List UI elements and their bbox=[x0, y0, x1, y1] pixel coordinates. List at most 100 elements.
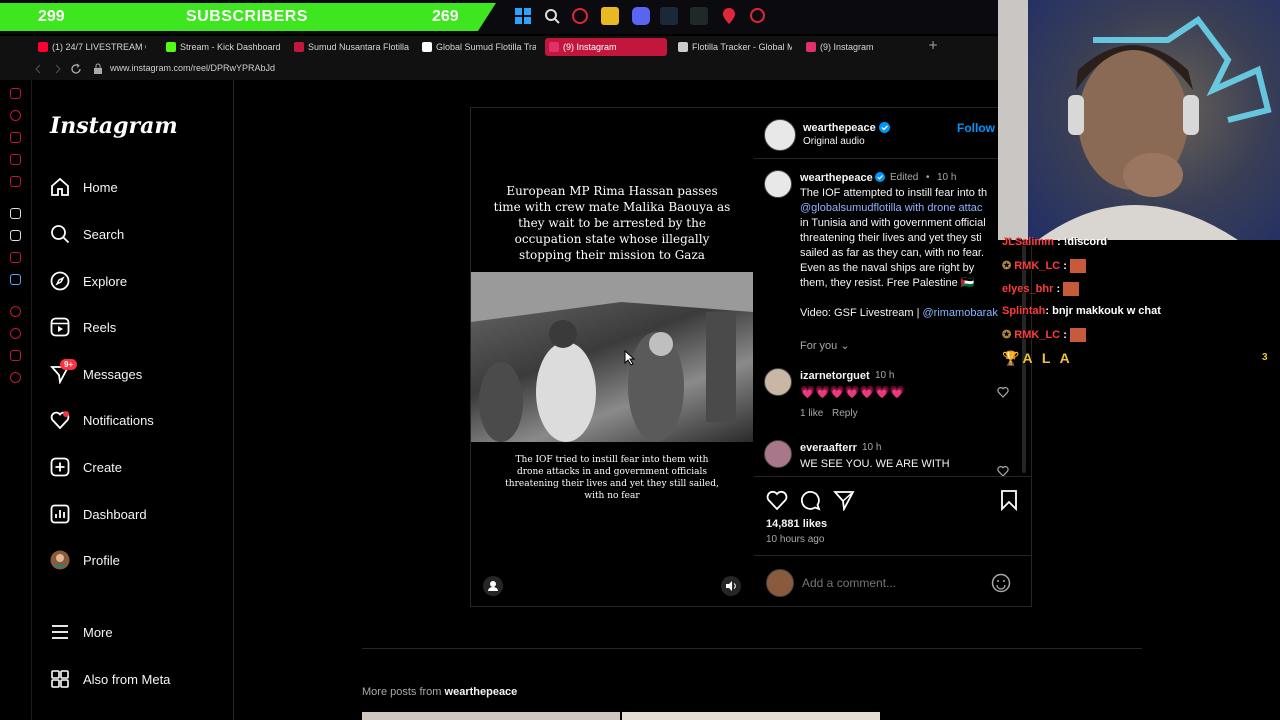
folder-icon[interactable] bbox=[601, 7, 619, 25]
sidebar-app-icon[interactable] bbox=[10, 252, 21, 263]
nav-messages[interactable]: 9+ Messages bbox=[50, 359, 230, 391]
tab-livestream[interactable]: (1) 24/7 LIVESTREAM OF bbox=[34, 38, 146, 56]
profile-avatar bbox=[50, 550, 70, 570]
save-icon[interactable] bbox=[999, 489, 1019, 511]
messages-badge: 9+ bbox=[60, 359, 78, 370]
nav-more[interactable]: More bbox=[50, 619, 230, 649]
tab-label: Stream - Kick Dashboard bbox=[180, 42, 280, 52]
nav-home[interactable]: Home bbox=[50, 174, 230, 204]
tagged-user-button[interactable] bbox=[483, 576, 503, 596]
tab-label: (9) Instagram bbox=[563, 42, 617, 52]
instagram-nav: Instagram Home Search Explore Reels 9+ M… bbox=[32, 80, 234, 720]
sidebar-app-icon[interactable] bbox=[10, 132, 21, 143]
instagram-logo[interactable]: Instagram bbox=[50, 113, 178, 139]
comment-input[interactable] bbox=[802, 574, 972, 592]
nav-explore[interactable]: Explore bbox=[50, 268, 230, 298]
sidebar-app-icon[interactable] bbox=[10, 110, 21, 121]
post-card: European MP Rima Hassan passes time with… bbox=[470, 107, 1032, 607]
sidebar-app-icon[interactable] bbox=[10, 88, 21, 99]
windows-start-icon[interactable] bbox=[514, 7, 532, 25]
nav-notifications[interactable]: Notifications bbox=[50, 407, 230, 437]
comment-likes[interactable]: 1 like bbox=[800, 408, 823, 419]
stream-chat: JLSalimm : !discord ✪ RMK_LC : elyes_bhr… bbox=[1000, 236, 1280, 376]
create-icon bbox=[50, 457, 70, 477]
tab-instagram[interactable]: (9) Instagram bbox=[802, 38, 902, 56]
nav-label: Explore bbox=[83, 274, 128, 289]
comment-username[interactable]: everaafterr bbox=[800, 442, 857, 454]
tab-sumud-nusantara[interactable]: Sumud Nusantara Flotilla bbox=[290, 38, 410, 56]
tab-global-sumud[interactable]: Global Sumud Flotilla Tra bbox=[418, 38, 536, 56]
settings-icon[interactable] bbox=[10, 372, 21, 383]
comment-username[interactable]: izarnetorguet bbox=[800, 370, 870, 382]
lock-icon bbox=[94, 63, 102, 74]
opera-icon[interactable] bbox=[572, 8, 588, 24]
for-you-dropdown[interactable]: For you ⌄ bbox=[800, 339, 850, 352]
reload-icon[interactable] bbox=[70, 63, 82, 75]
sidebar-app-icon[interactable] bbox=[10, 154, 21, 165]
tab-label: Sumud Nusantara Flotilla bbox=[308, 42, 410, 52]
credit-link[interactable]: @rimamobarak bbox=[923, 307, 998, 319]
nav-profile[interactable]: Profile bbox=[50, 547, 230, 577]
tab-instagram-active[interactable]: (9) Instagram bbox=[545, 38, 667, 56]
commenter-avatar[interactable] bbox=[764, 368, 792, 396]
nav-create[interactable]: Create bbox=[50, 454, 230, 484]
pin-icon[interactable] bbox=[720, 7, 738, 25]
new-tab-button[interactable]: + bbox=[928, 38, 938, 52]
sidebar-app-icon[interactable] bbox=[10, 274, 21, 285]
share-icon[interactable] bbox=[833, 489, 855, 511]
badge-icon: ✪ bbox=[1002, 260, 1012, 272]
nav-label: Home bbox=[83, 180, 118, 195]
chat-text: : bbox=[1056, 282, 1061, 295]
like-icon[interactable] bbox=[766, 489, 788, 511]
nav-also-from-meta[interactable]: Also from Meta bbox=[50, 666, 230, 696]
follow-button[interactable]: Follow bbox=[957, 121, 995, 135]
comment-heart-icon[interactable] bbox=[997, 386, 1009, 398]
sidebar-app-icon[interactable] bbox=[10, 306, 21, 317]
author-avatar[interactable] bbox=[764, 170, 792, 198]
more-username[interactable]: wearthepeace bbox=[445, 686, 518, 698]
emote-icon bbox=[1069, 259, 1086, 274]
sidebar-app-icon[interactable] bbox=[10, 176, 21, 187]
sidebar-app-icon[interactable] bbox=[10, 208, 21, 219]
home-icon bbox=[51, 177, 69, 196]
tab-kick[interactable]: Stream - Kick Dashboard bbox=[162, 38, 280, 56]
emote-icon bbox=[1069, 328, 1086, 343]
tab-flotilla-tracker[interactable]: Flotilla Tracker - Global M bbox=[674, 38, 792, 56]
trophy-icon: 🏆 bbox=[1002, 350, 1023, 366]
subscriber-banner: 299 SUBSCRIBERS 269 bbox=[0, 3, 500, 31]
nav-search[interactable]: Search bbox=[50, 221, 230, 251]
app-circle-icon[interactable] bbox=[750, 8, 765, 23]
discord-icon[interactable] bbox=[632, 7, 650, 25]
nav-reels[interactable]: Reels bbox=[50, 314, 230, 344]
original-audio[interactable]: Original audio bbox=[803, 136, 865, 147]
comment-icon[interactable] bbox=[799, 489, 821, 511]
reel-media[interactable]: European MP Rima Hassan passes time with… bbox=[471, 108, 753, 606]
comment-reply[interactable]: Reply bbox=[832, 408, 858, 419]
address-bar[interactable]: www.instagram.com/reel/DPRwYPRAbJd bbox=[0, 58, 1000, 80]
app-icon[interactable] bbox=[690, 7, 708, 25]
menu-icon bbox=[52, 625, 68, 639]
chat-user: RMK_LC bbox=[1014, 329, 1061, 341]
chat-user: RMK_LC bbox=[1014, 260, 1061, 272]
more-post-thumbnail[interactable] bbox=[622, 712, 880, 720]
steam-icon[interactable] bbox=[660, 7, 678, 25]
author-username[interactable]: wearthepeace bbox=[803, 122, 876, 134]
url-text[interactable]: www.instagram.com/reel/DPRwYPRAbJd bbox=[110, 63, 275, 73]
tab-label: (1) 24/7 LIVESTREAM OF bbox=[52, 42, 146, 52]
reel-video[interactable] bbox=[471, 272, 753, 442]
back-forward-icons[interactable] bbox=[34, 64, 74, 74]
sidebar-app-icon[interactable] bbox=[10, 350, 21, 361]
likes-count[interactable]: 14,881 likes bbox=[766, 518, 827, 530]
commenter-avatar[interactable] bbox=[764, 440, 792, 468]
chat-text: : bnjr makkouk w chat bbox=[1045, 305, 1161, 317]
history-icon[interactable] bbox=[10, 328, 21, 339]
nav-dashboard[interactable]: Dashboard bbox=[50, 501, 230, 531]
audio-button[interactable] bbox=[721, 576, 741, 596]
author-avatar[interactable] bbox=[764, 119, 796, 151]
more-post-thumbnail[interactable] bbox=[362, 712, 620, 720]
emoji-icon[interactable] bbox=[991, 573, 1011, 593]
emote-icon bbox=[1063, 282, 1080, 296]
search-icon[interactable] bbox=[543, 7, 561, 25]
caption-username[interactable]: wearthepeace bbox=[800, 172, 873, 184]
x-icon[interactable] bbox=[10, 230, 21, 241]
